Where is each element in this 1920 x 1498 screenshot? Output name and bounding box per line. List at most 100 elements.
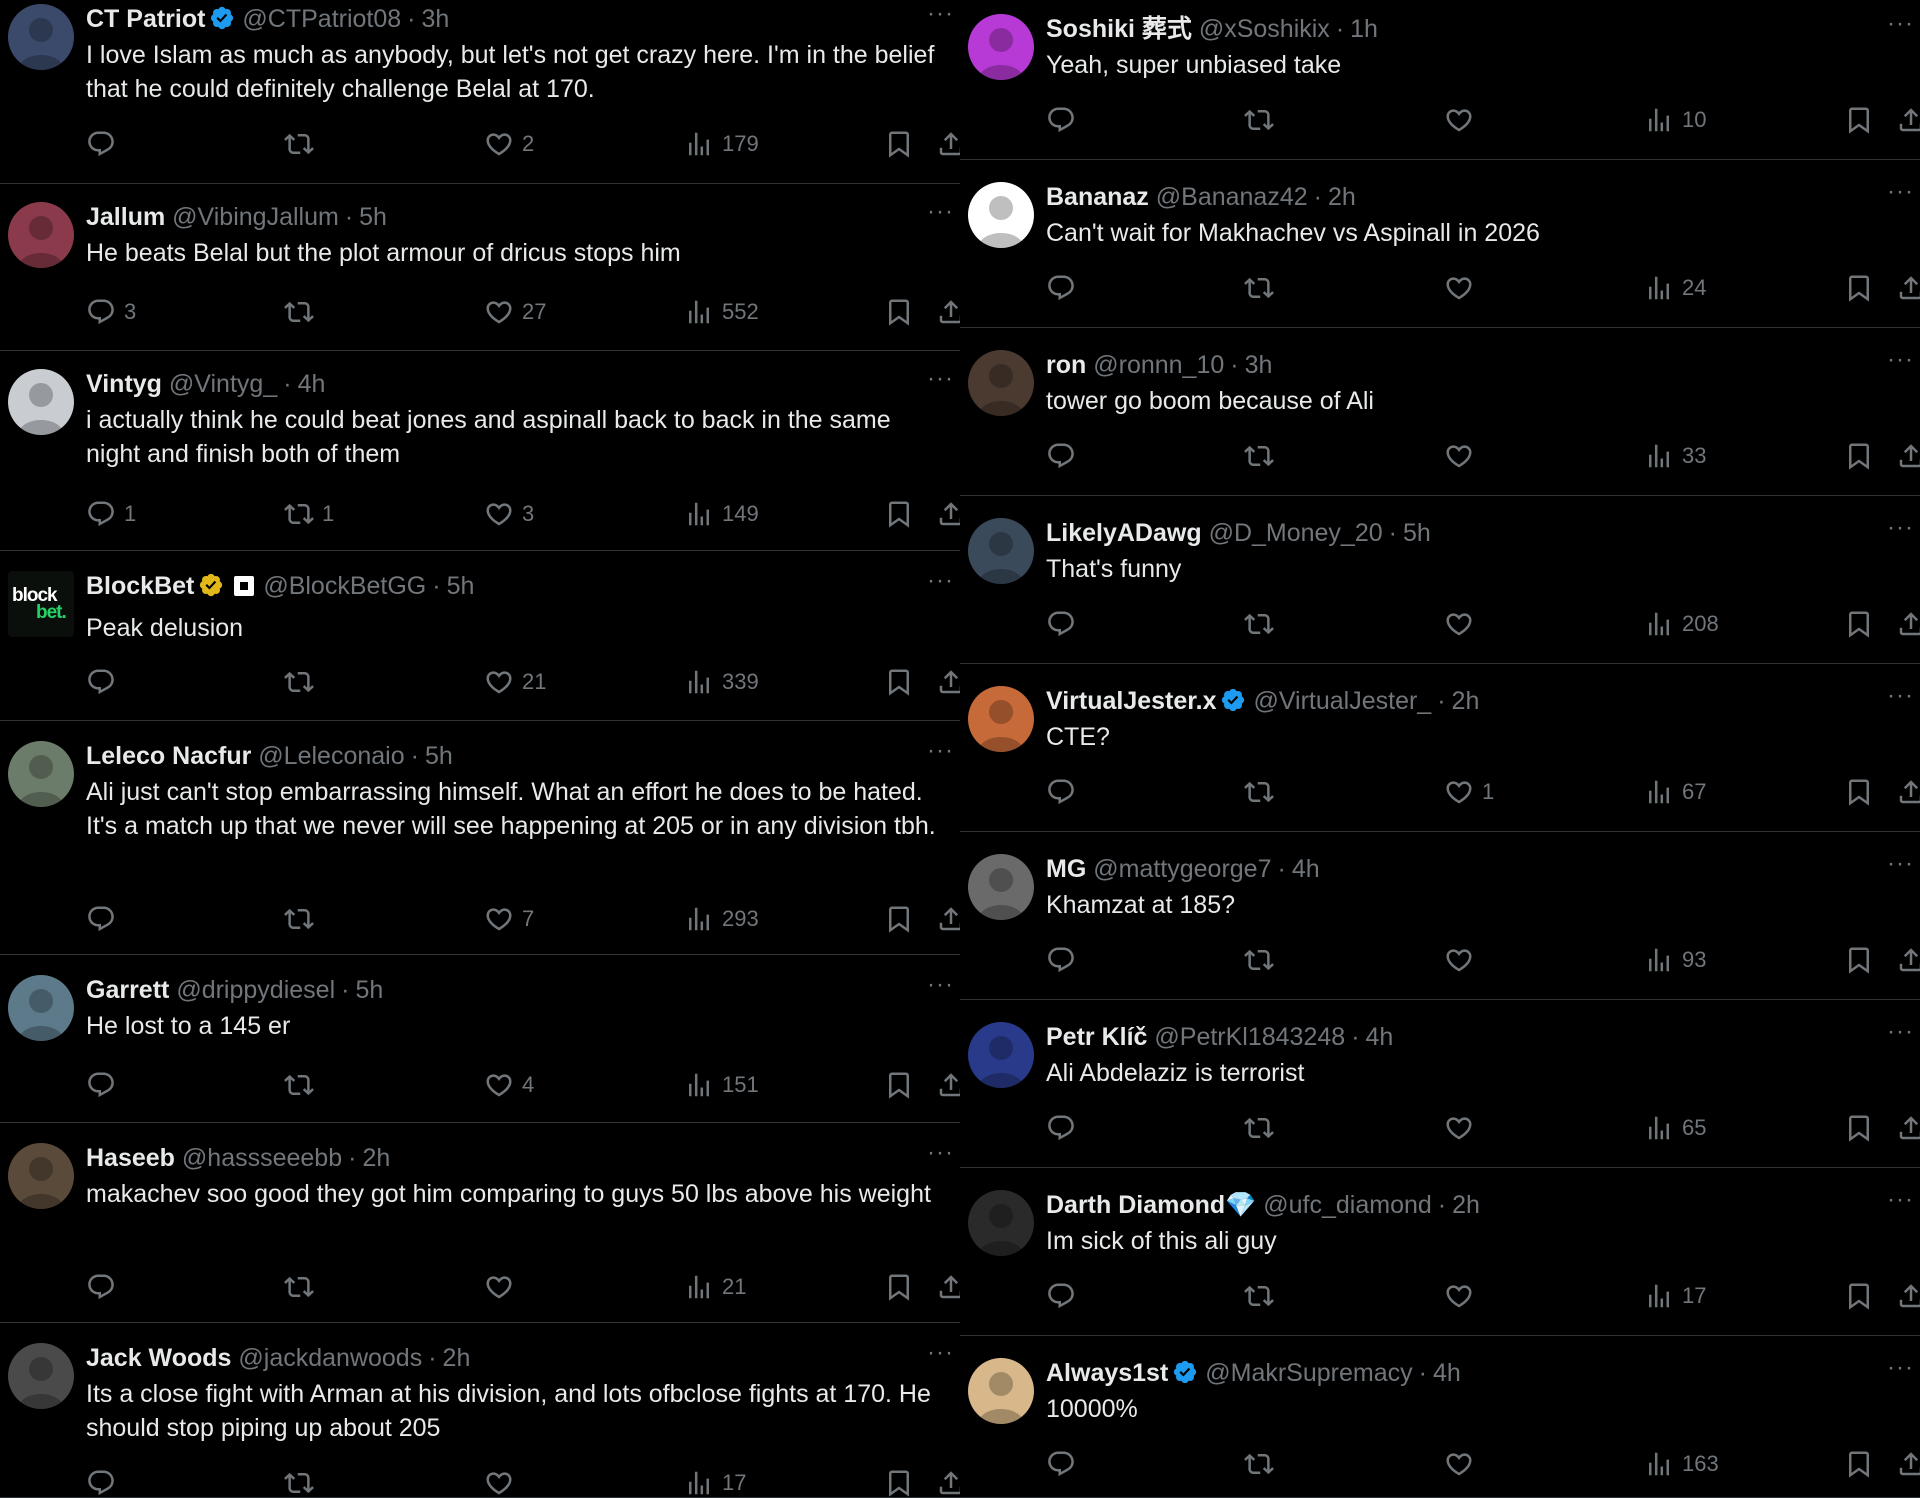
share-button[interactable] [1896, 436, 1920, 476]
more-icon[interactable]: ··· [927, 567, 954, 595]
display-name[interactable]: Garrett [86, 976, 169, 1004]
views-button[interactable]: 93 [1644, 940, 1706, 980]
reply-tweet[interactable]: LikelyADawg @D_Money_20 · 5h ··· That's funn… [960, 496, 1920, 664]
bookmark-button[interactable] [884, 1267, 914, 1307]
reply-tweet[interactable]: Bananaz @Bananaz42 · 2h ··· Can't wait for M… [960, 160, 1920, 328]
bookmark-button[interactable] [1844, 100, 1874, 140]
retweet-button[interactable] [1244, 100, 1282, 140]
reply-button[interactable] [86, 124, 124, 164]
views-button[interactable]: 10 [1644, 100, 1706, 140]
like-button[interactable] [1444, 1444, 1482, 1484]
share-button[interactable] [936, 124, 960, 164]
display-name[interactable]: Soshiki 葬式 [1046, 15, 1192, 43]
retweet-button[interactable] [1244, 436, 1282, 476]
views-button[interactable]: 151 [684, 1065, 759, 1105]
retweet-button[interactable] [1244, 940, 1282, 980]
reply-button[interactable] [1046, 436, 1084, 476]
more-icon[interactable]: ··· [1887, 1186, 1914, 1214]
bookmark-button[interactable] [1844, 1444, 1874, 1484]
handle[interactable]: @VibingJallum [172, 203, 339, 231]
display-name[interactable]: BlockBet [86, 572, 194, 600]
views-button[interactable]: 33 [1644, 436, 1706, 476]
share-button[interactable] [936, 1065, 960, 1105]
display-name[interactable]: Always1st [1046, 1359, 1168, 1387]
reply-button[interactable] [1046, 1444, 1084, 1484]
display-name[interactable]: Darth Diamond💎 [1046, 1191, 1256, 1219]
reply-tweet[interactable]: VirtualJester.x @VirtualJester_ · 2h ··· CTE… [960, 664, 1920, 832]
bookmark-button[interactable] [884, 494, 914, 534]
bookmark-button[interactable] [1844, 268, 1874, 308]
handle[interactable]: @mattygeorge7 [1093, 855, 1271, 883]
avatar[interactable] [968, 1358, 1034, 1424]
views-button[interactable]: 552 [684, 292, 759, 332]
display-name[interactable]: Jallum [86, 203, 165, 231]
handle[interactable]: @xSoshikix [1199, 15, 1330, 43]
more-icon[interactable]: ··· [1887, 1018, 1914, 1046]
timestamp[interactable]: 1h [1350, 15, 1378, 43]
share-button[interactable] [936, 1267, 960, 1307]
reply-tweet[interactable]: block bet. BlockBet @BlockBetGG · 5h ··· Peak … [0, 551, 960, 721]
reply-button[interactable] [1046, 1276, 1084, 1316]
handle[interactable]: @MakrSupremacy [1205, 1359, 1412, 1387]
like-button[interactable] [1444, 436, 1482, 476]
bookmark-button[interactable] [884, 899, 914, 939]
more-icon[interactable]: ··· [1887, 346, 1914, 374]
bookmark-button[interactable] [884, 1065, 914, 1105]
views-button[interactable]: 67 [1644, 772, 1706, 812]
reply-tweet[interactable]: Jack Woods @jackdanwoods · 2h ··· Its a clos… [0, 1323, 960, 1498]
handle[interactable]: @CTPatriot08 [242, 5, 401, 33]
reply-button[interactable] [1046, 1108, 1084, 1148]
like-button[interactable]: 7 [484, 899, 534, 939]
views-button[interactable]: 65 [1644, 1108, 1706, 1148]
retweet-button[interactable] [1244, 1108, 1282, 1148]
reply-tweet[interactable]: MG @mattygeorge7 · 4h ··· Khamzat at 185? 93 [960, 832, 1920, 1000]
handle[interactable]: @jackdanwoods [238, 1344, 422, 1372]
timestamp[interactable]: 4h [1292, 855, 1320, 883]
timestamp[interactable]: 2h [1452, 687, 1480, 715]
reply-tweet[interactable]: Petr Klíč @PetrKl1843248 · 4h ··· Ali Abdela… [960, 1000, 1920, 1168]
display-name[interactable]: Leleco Nacfur [86, 742, 251, 770]
views-button[interactable]: 17 [1644, 1276, 1706, 1316]
retweet-button[interactable] [1244, 1444, 1282, 1484]
reply-tweet[interactable]: Garrett @drippydiesel · 5h ··· He lost to a … [0, 955, 960, 1123]
bookmark-button[interactable] [1844, 940, 1874, 980]
avatar[interactable] [8, 1343, 74, 1409]
timestamp[interactable]: 2h [1328, 183, 1356, 211]
views-button[interactable]: 339 [684, 662, 759, 702]
more-icon[interactable]: ··· [927, 1339, 954, 1367]
views-button[interactable]: 24 [1644, 268, 1706, 308]
retweet-button[interactable] [1244, 604, 1282, 644]
more-icon[interactable]: ··· [927, 737, 954, 765]
bookmark-button[interactable] [1844, 436, 1874, 476]
handle[interactable]: @BlockBetGG [263, 572, 426, 600]
timestamp[interactable]: 5h [425, 742, 453, 770]
handle[interactable]: @drippydiesel [176, 976, 335, 1004]
more-icon[interactable]: ··· [1887, 178, 1914, 206]
timestamp[interactable]: 2h [443, 1344, 471, 1372]
retweet-button[interactable] [284, 899, 322, 939]
handle[interactable]: @Vintyg_ [169, 370, 277, 398]
like-button[interactable] [1444, 604, 1482, 644]
avatar[interactable] [968, 518, 1034, 584]
handle[interactable]: @ufc_diamond [1263, 1191, 1432, 1219]
timestamp[interactable]: 2h [1452, 1191, 1480, 1219]
display-name[interactable]: VirtualJester.x [1046, 687, 1216, 715]
timestamp[interactable]: 4h [1433, 1359, 1461, 1387]
avatar[interactable] [968, 1022, 1034, 1088]
timestamp[interactable]: 5h [1403, 519, 1431, 547]
share-button[interactable] [936, 292, 960, 332]
retweet-button[interactable] [284, 662, 322, 702]
reply-tweet[interactable]: Jallum @VibingJallum · 5h ··· He beats Belal… [0, 184, 960, 351]
timestamp[interactable]: 3h [1245, 351, 1273, 379]
views-button[interactable]: 293 [684, 899, 759, 939]
share-button[interactable] [1896, 604, 1920, 644]
like-button[interactable]: 4 [484, 1065, 534, 1105]
share-button[interactable] [1896, 1276, 1920, 1316]
retweet-button[interactable] [1244, 268, 1282, 308]
retweet-button[interactable] [1244, 1276, 1282, 1316]
handle[interactable]: @PetrKl1843248 [1154, 1023, 1345, 1051]
reply-button[interactable] [86, 1065, 124, 1105]
more-icon[interactable]: ··· [1887, 514, 1914, 542]
handle[interactable]: @ronnn_10 [1093, 351, 1224, 379]
reply-button[interactable] [86, 1267, 124, 1307]
